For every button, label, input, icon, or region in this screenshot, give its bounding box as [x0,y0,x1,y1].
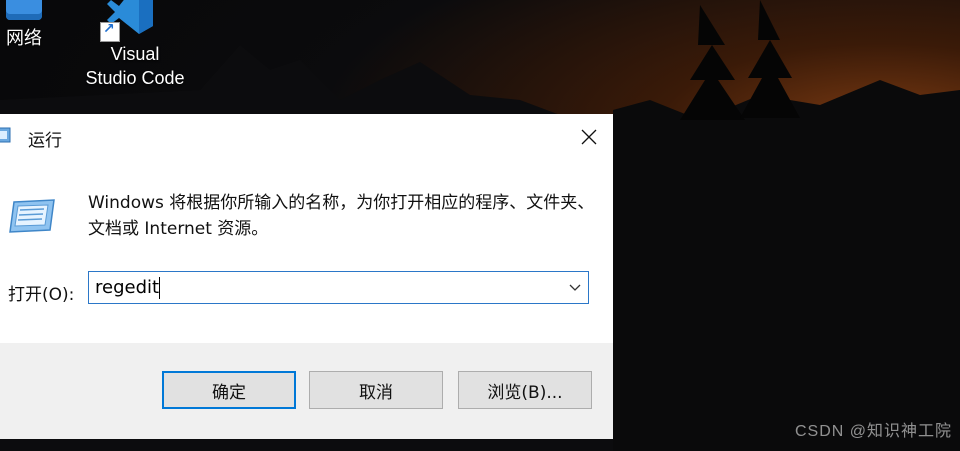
open-combobox[interactable]: regedit [88,271,589,304]
network-desktop-icon[interactable]: 网络 [0,0,54,50]
open-input[interactable]: regedit [95,277,159,298]
cancel-button[interactable]: 取消 [309,371,443,409]
network-icon [6,0,42,20]
run-icon [9,199,55,233]
close-button[interactable] [572,120,606,154]
dialog-title: 运行 [28,131,62,151]
chevron-down-icon[interactable] [568,280,582,294]
network-icon-label: 网络 [6,28,42,48]
ok-button[interactable]: 确定 [162,371,296,409]
title-bar[interactable]: 运行 [0,114,613,160]
vscode-icon-label-line2: Studio Code [85,68,185,88]
dialog-description: Windows 将根据你所输入的名称，为你打开相应的程序、文件夹、文档或 Int… [88,193,595,239]
run-dialog: 运行 Windows 将根据你所输入的名称，为你打开相应的程序、文件夹、文档或 … [0,114,613,439]
run-app-icon [0,127,11,143]
vscode-icon-label-line1: Visual [110,44,160,64]
watermark: CSDN @知识神工院 [794,423,952,440]
text-caret [159,277,160,299]
dialog-body: Windows 将根据你所输入的名称，为你打开相应的程序、文件夹、文档或 Int… [0,160,613,343]
browse-button[interactable]: 浏览(B)... [458,371,592,409]
close-icon [581,129,597,145]
shortcut-arrow-icon [100,21,120,42]
button-bar: 确定 取消 浏览(B)... [0,343,613,439]
vscode-desktop-icon[interactable]: Visual Studio Code [78,0,192,90]
open-label: 打开(O): [8,285,75,305]
